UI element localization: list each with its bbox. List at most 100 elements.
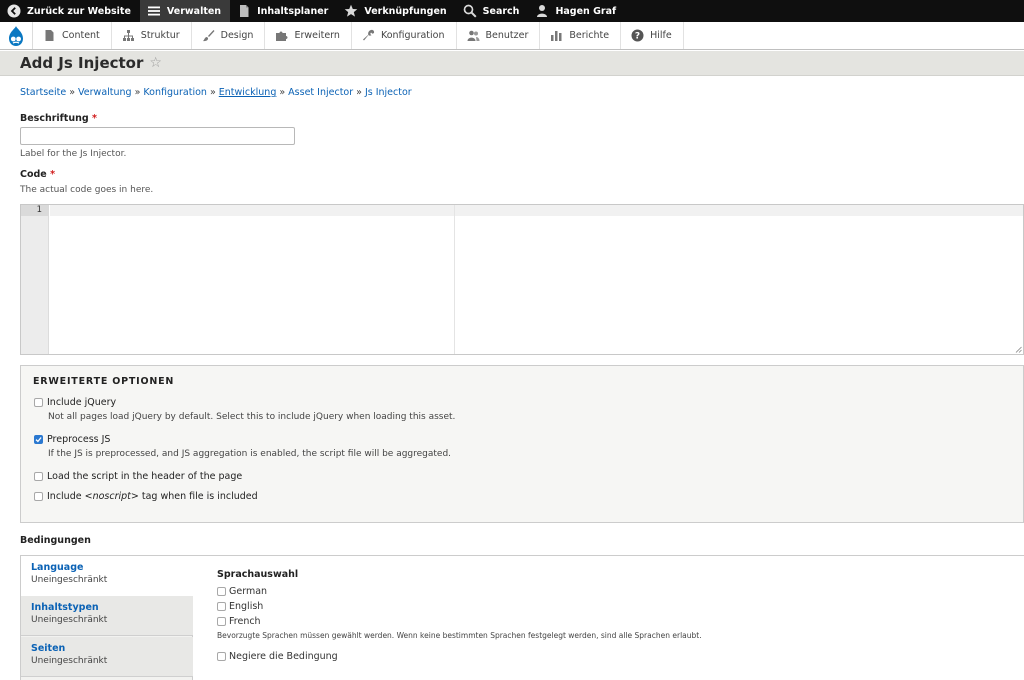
breadcrumb-separator: » xyxy=(279,87,286,98)
tab-title: Language xyxy=(31,562,84,573)
tab-summary: Uneingeschränkt xyxy=(31,575,108,585)
include-jquery-option[interactable]: Include jQuery xyxy=(34,397,116,408)
resize-handle-icon[interactable] xyxy=(1015,346,1022,353)
label-input[interactable] xyxy=(20,127,295,145)
breadcrumb-link[interactable]: Js Injector xyxy=(365,87,412,98)
language-selection-title: Sprachauswahl xyxy=(217,569,299,580)
breadcrumb-separator: » xyxy=(134,87,141,98)
toolbar-shortcuts[interactable]: Verknüpfungen xyxy=(337,0,455,22)
line-number: 1 xyxy=(21,205,49,216)
label-field-description: Label for the Js Injector. xyxy=(20,149,127,159)
search-icon xyxy=(463,4,477,18)
people-icon xyxy=(467,30,480,41)
tab-summary: Uneingeschränkt xyxy=(31,656,108,666)
include-noscript-checkbox[interactable] xyxy=(34,492,43,501)
tray-item-content[interactable]: Content xyxy=(33,22,112,49)
tray-item-label: Berichte xyxy=(569,30,610,41)
star-icon[interactable]: ☆ xyxy=(149,55,162,71)
puzzle-icon xyxy=(276,31,288,41)
label-field-label: Beschriftung * xyxy=(20,113,97,124)
breadcrumb-separator: » xyxy=(356,87,362,98)
toolbar-item-label: Verknüpfungen xyxy=(364,5,447,17)
breadcrumb-link[interactable]: Startseite xyxy=(20,87,66,98)
language-checkbox[interactable] xyxy=(217,587,226,596)
toolbar-item-label: Search xyxy=(482,5,520,17)
tray-item-label: Content xyxy=(62,30,100,41)
negate-checkbox[interactable] xyxy=(217,652,226,661)
code-field-description: The actual code goes in here. xyxy=(20,185,154,195)
include-noscript-option[interactable]: Include <noscript> tag when file is incl… xyxy=(34,491,258,502)
bar-chart-icon xyxy=(551,31,562,41)
required-marker: * xyxy=(50,169,56,180)
tray-item-reports[interactable]: Berichte xyxy=(540,22,622,49)
tray-item-label: Hilfe xyxy=(650,30,672,41)
tab-title: Seiten xyxy=(31,643,66,654)
option-label-prefix: Include xyxy=(47,491,85,502)
tray-item-label: Konfiguration xyxy=(380,30,445,41)
option-label: Include jQuery xyxy=(47,397,117,408)
tray-item-configuration[interactable]: Konfiguration xyxy=(352,22,457,49)
language-checkbox[interactable] xyxy=(217,617,226,626)
tray-item-extend[interactable]: Erweitern xyxy=(265,22,352,49)
breadcrumb-separator: » xyxy=(209,87,216,98)
toolbar-item-label: Zurück zur Website xyxy=(27,5,131,17)
svg-text:?: ? xyxy=(635,32,640,42)
drupal-logo-icon[interactable] xyxy=(0,22,33,49)
tab-content-types[interactable]: Inhaltstypen Uneingeschränkt xyxy=(21,596,193,636)
tab-pages[interactable]: Seiten Uneingeschränkt xyxy=(21,637,193,677)
language-label: English xyxy=(229,601,264,612)
breadcrumb-link[interactable]: Asset Injector xyxy=(288,87,353,98)
option-description: If the JS is preprocessed, and JS aggreg… xyxy=(48,449,452,459)
preprocess-js-option[interactable]: Preprocess JS xyxy=(34,434,110,445)
paintbrush-icon xyxy=(202,30,215,42)
field-label-text: Beschriftung xyxy=(20,113,89,124)
language-checkbox[interactable] xyxy=(217,602,226,611)
negate-condition-option[interactable]: Negiere die Bedingung xyxy=(217,651,338,662)
language-option-english[interactable]: English xyxy=(217,601,263,612)
breadcrumb-link[interactable]: Konfiguration xyxy=(143,87,207,98)
editor-gutter xyxy=(21,205,49,354)
breadcrumb-link[interactable]: Entwicklung xyxy=(219,87,277,98)
conditions-heading: Bedingungen xyxy=(20,535,91,546)
language-option-french[interactable]: French xyxy=(217,616,261,627)
toolbar-item-label: Inhaltsplaner xyxy=(257,5,329,17)
tray-item-label: Design xyxy=(220,30,254,41)
language-label: German xyxy=(229,586,268,597)
tab-summary: Uneingeschränkt xyxy=(31,615,108,625)
load-in-header-checkbox[interactable] xyxy=(34,472,43,481)
include-jquery-checkbox[interactable] xyxy=(34,398,43,407)
load-in-header-option[interactable]: Load the script in the header of the pag… xyxy=(34,471,242,482)
toolbar-back-to-site[interactable]: Zurück zur Website xyxy=(0,0,140,22)
tray-item-structure[interactable]: Struktur xyxy=(112,22,192,49)
conditions-vertical-tabs: Language Uneingeschränkt Inhaltstypen Un… xyxy=(20,555,1024,680)
star-icon xyxy=(344,4,358,18)
language-help-text: Bevorzugte Sprachen müssen gewählt werde… xyxy=(217,631,702,640)
tray-item-design[interactable]: Design xyxy=(192,22,266,49)
toolbar-item-label: Verwalten xyxy=(166,5,222,17)
tray-item-label: Erweitern xyxy=(294,30,340,41)
advanced-options-legend: ERWEITERTE OPTIONEN xyxy=(33,376,175,387)
option-label: Preprocess JS xyxy=(47,434,111,445)
breadcrumb-link[interactable]: Verwaltung xyxy=(78,87,132,98)
tray-item-label: Benutzer xyxy=(485,30,529,41)
tray-item-label: Struktur xyxy=(140,30,180,41)
page-title: Add Js Injector xyxy=(20,54,144,72)
option-description: Not all pages load jQuery by default. Se… xyxy=(48,412,456,422)
tray-item-help[interactable]: ? Hilfe xyxy=(621,22,684,49)
breadcrumb-separator: » xyxy=(69,87,76,98)
preprocess-js-checkbox[interactable] xyxy=(34,435,43,444)
language-option-german[interactable]: German xyxy=(217,586,267,597)
editor-divider xyxy=(454,205,455,354)
toolbar-search[interactable]: Search xyxy=(456,0,529,22)
tab-title: Inhaltstypen xyxy=(31,602,99,613)
option-label-code: <noscript> xyxy=(84,491,139,502)
code-editor[interactable]: 1 xyxy=(20,204,1024,355)
tab-language[interactable]: Language Uneingeschränkt xyxy=(21,556,193,596)
toolbar-manage[interactable]: Verwalten xyxy=(139,0,231,22)
active-line-highlight xyxy=(50,205,1023,216)
toolbar-user[interactable]: Hagen Graf xyxy=(528,0,625,22)
toolbar-content-planner[interactable]: Inhaltsplaner xyxy=(230,0,337,22)
admin-toolbar: Zurück zur Website Verwalten Inhaltsplan… xyxy=(0,0,1024,22)
option-label: Load the script in the header of the pag… xyxy=(47,471,243,482)
tray-item-people[interactable]: Benutzer xyxy=(457,22,541,49)
